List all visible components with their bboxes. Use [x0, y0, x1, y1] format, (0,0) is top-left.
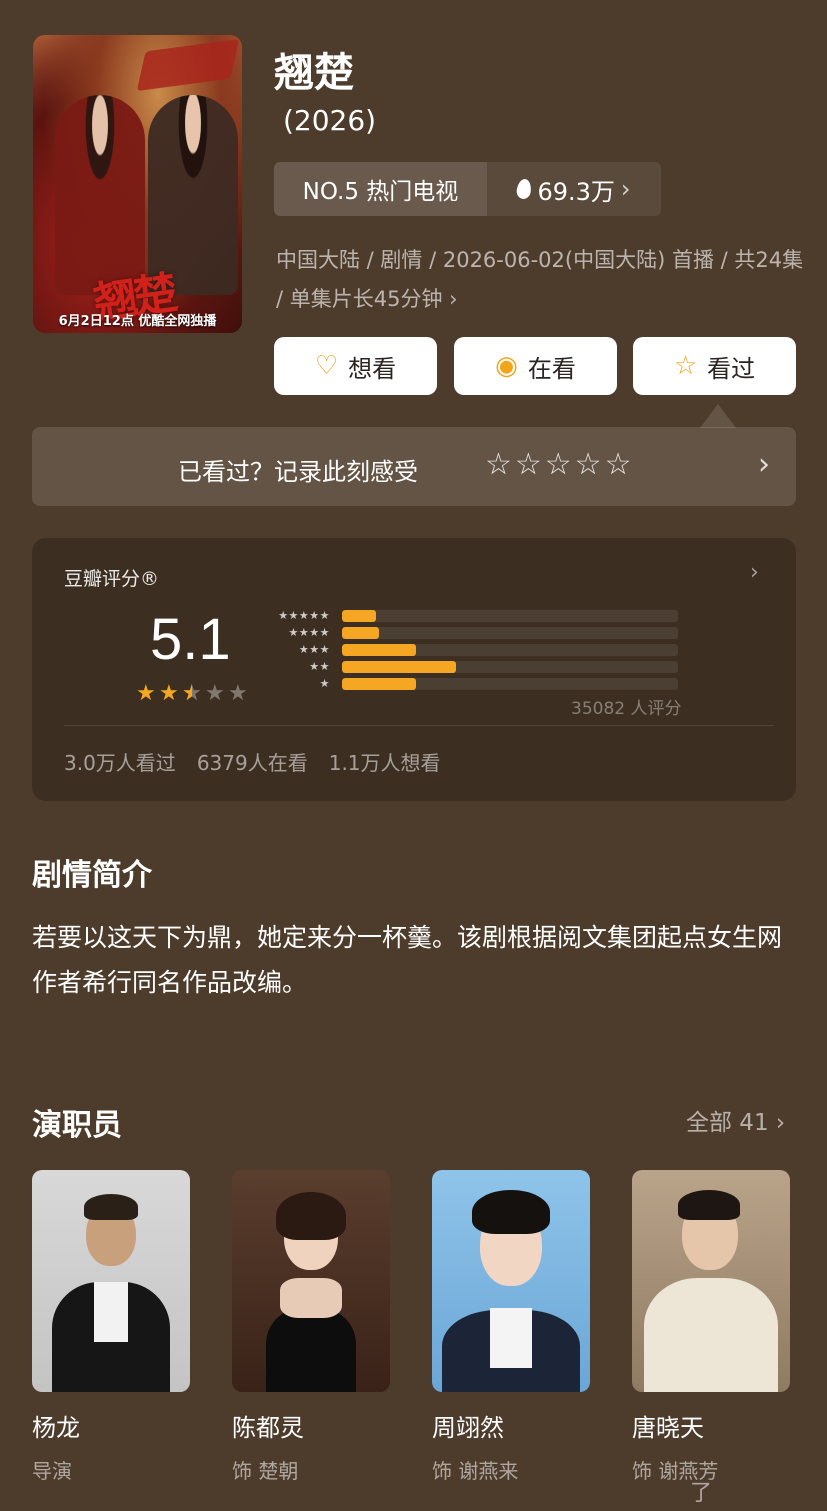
chevron-right-icon[interactable]: ›: [750, 560, 759, 585]
flame-icon: [516, 178, 533, 200]
heat-value: 69.3万: [537, 177, 615, 206]
cast-card[interactable]: 杨龙 导演: [32, 1170, 190, 1484]
watched-button[interactable]: ☆ 看过: [633, 337, 796, 395]
poster-flag: [136, 38, 240, 92]
rating-source-label: 豆瓣评分®: [64, 568, 160, 590]
histogram-track: [342, 678, 678, 690]
rank-badge[interactable]: NO.5 热门电视 69.3万 ›: [274, 162, 661, 216]
histogram-star-label: ★★: [309, 660, 330, 673]
histogram-star-label: ★★★★★: [278, 609, 330, 622]
chevron-right-icon: ›: [620, 175, 631, 203]
cast-photo[interactable]: [232, 1170, 390, 1392]
histogram-row: ★: [270, 676, 678, 692]
histogram-bar: [342, 627, 379, 639]
cast-card[interactable]: 唐晓天 饰 谢燕芳: [632, 1170, 790, 1484]
divider: [64, 725, 774, 726]
rating-card[interactable]: 豆瓣评分® › 5.1 ★★★★★ ★★★★★★★★★★★★★★★ 35082 …: [32, 538, 796, 801]
heat-indicator[interactable]: 69.3万 ›: [487, 162, 661, 216]
page-title: 翘楚: [274, 50, 354, 96]
want-count: 1.1万人想看: [328, 751, 441, 775]
cast-photo[interactable]: [432, 1170, 590, 1392]
histogram-row: ★★★★★: [270, 608, 678, 624]
cast-role: 饰 楚朝: [232, 1459, 299, 1483]
audience-stats: 3.0万人看过 6379人在看 1.1万人想看: [64, 747, 441, 776]
cast-role: 饰 谢燕来: [432, 1459, 519, 1483]
rating-score: 5.1: [150, 607, 231, 672]
rating-star-icon: ★: [182, 683, 202, 706]
cast-name: 唐晓天: [632, 1414, 704, 1442]
watched-count: 3.0万人看过: [64, 751, 176, 775]
show-meta[interactable]: 中国大陆 / 剧情 / 2026-06-02(中国大陆) 首播 / 共24集 /…: [276, 241, 806, 319]
cast-name: 周翊然: [432, 1414, 504, 1442]
cast-photo[interactable]: [632, 1170, 790, 1392]
cast-see-all-link[interactable]: 全部 41 ›: [686, 1103, 785, 1137]
cast-name: 陈都灵: [232, 1414, 304, 1442]
watched-label: 看过: [707, 354, 756, 383]
cast-name: 杨龙: [32, 1414, 80, 1442]
record-prompt: 已看过？记录此刻感受: [178, 458, 418, 486]
poster-image[interactable]: 翘楚 6月2日12点 优酷全网独播: [33, 35, 242, 333]
histogram-bar: [342, 644, 416, 656]
rating-star-icon: ★: [205, 681, 225, 706]
plot-heading: 剧情简介: [32, 858, 152, 893]
histogram-bar: [342, 661, 457, 673]
histogram-bar: [342, 610, 376, 622]
cast-role: 导演: [32, 1459, 72, 1483]
histogram-track: [342, 661, 678, 673]
watching-button[interactable]: ◉ 在看: [454, 337, 617, 395]
rating-star-icon: ★: [136, 681, 156, 706]
plot-summary: 若要以这天下为鼎，她定来分一杯羹。该剧根据阅文集团起点女生网作者希行同名作品改编…: [32, 923, 783, 997]
heart-plus-icon: ♡: [314, 351, 339, 381]
histogram-track: [342, 644, 678, 656]
histogram-track: [342, 610, 678, 622]
histogram-row: ★★: [270, 659, 678, 675]
want-to-watch-button[interactable]: ♡ 想看: [274, 337, 437, 395]
cast-photo[interactable]: [32, 1170, 190, 1392]
target-icon: ◉: [495, 351, 518, 381]
cast-card[interactable]: 周翊然 饰 谢燕来: [432, 1170, 590, 1484]
rating-histogram: ★★★★★ ★★★★ ★★★ ★★ ★: [270, 608, 678, 693]
record-feeling-bar[interactable]: 已看过？记录此刻感受 ☆☆☆☆☆ ›: [32, 427, 796, 506]
histogram-row: ★★★: [270, 642, 678, 658]
rating-count: 35082 人评分: [571, 699, 682, 719]
want-label: 想看: [348, 354, 397, 383]
star-icon: ☆: [673, 351, 698, 381]
histogram-star-label: ★★★★: [288, 626, 330, 639]
release-year: (2026): [283, 104, 377, 137]
rank-label: NO.5 热门电视: [274, 162, 487, 216]
histogram-star-label: ★★★: [298, 643, 330, 656]
histogram-star-label: ★: [319, 677, 330, 690]
histogram-row: ★★★★: [270, 625, 678, 641]
rating-star-icon: ★: [159, 681, 179, 706]
poster-caption: 6月2日12点 优酷全网独播: [58, 314, 217, 329]
watching-count: 6379人在看: [196, 751, 308, 775]
cast-heading: 演职员: [32, 1108, 122, 1143]
watching-label: 在看: [527, 354, 576, 383]
histogram-track: [342, 627, 678, 639]
rating-star-icon: ★: [228, 681, 248, 706]
chevron-right-icon[interactable]: ›: [758, 447, 770, 482]
popover-pointer: [700, 404, 736, 428]
rate-stars[interactable]: ☆☆☆☆☆: [485, 447, 634, 482]
cast-card[interactable]: 陈都灵 饰 楚朝: [232, 1170, 390, 1484]
watermark: 了: [690, 1481, 713, 1506]
histogram-bar: [342, 678, 416, 690]
score-stars: ★ ★ ★ ★ ★: [136, 681, 248, 706]
